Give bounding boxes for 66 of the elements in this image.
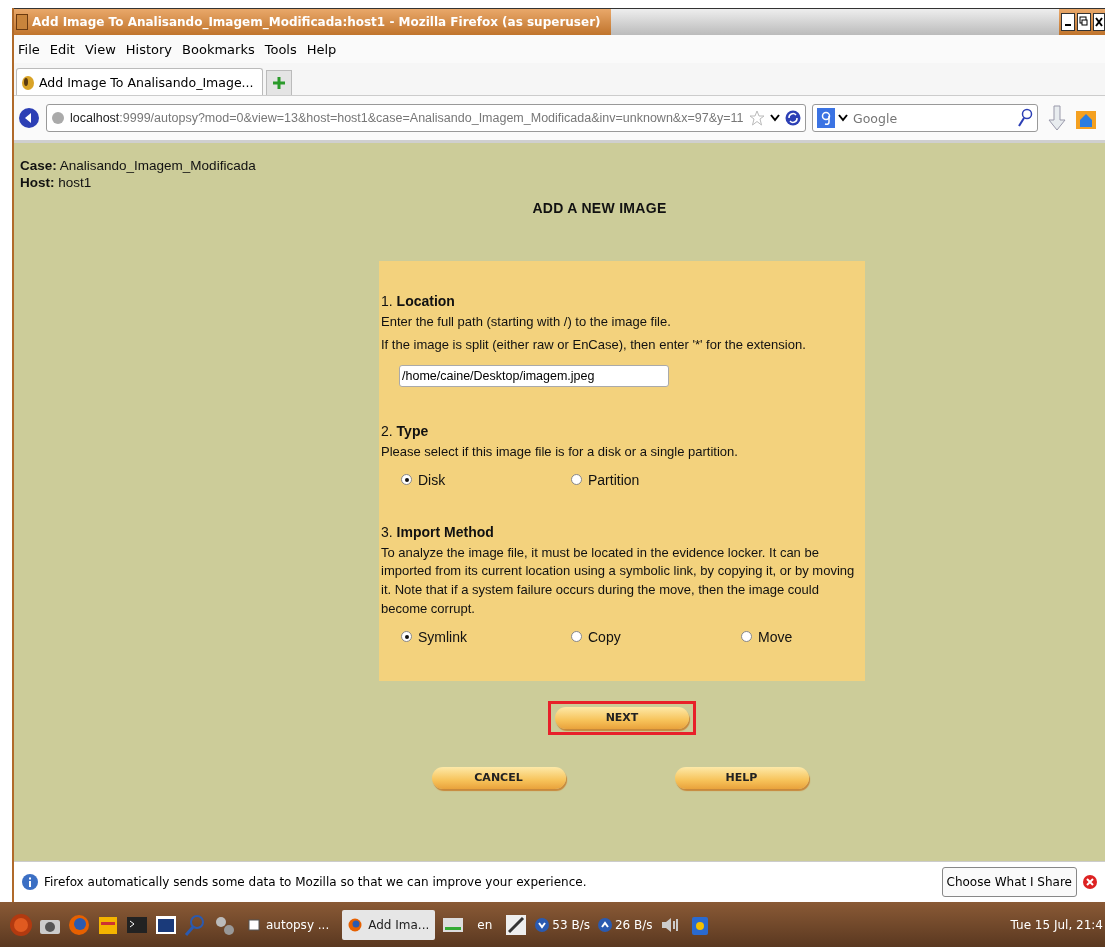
minimize-button[interactable] [1061,13,1075,31]
window-icon [248,918,260,931]
notification-text: Firefox automatically sends some data to Mozilla so that we can improve your experience. [44,875,588,889]
search-input[interactable]: Google [851,109,1014,127]
window-icon[interactable] [155,913,177,936]
globe-icon [51,111,65,125]
tool-icon[interactable] [505,913,528,936]
reload-icon[interactable] [785,110,801,126]
radio-button[interactable] [401,474,412,486]
browser-icon [348,917,363,932]
radio-button[interactable] [401,631,412,643]
choose-share-button[interactable]: Choose What I Share [941,867,1077,897]
next-button[interactable]: NEXT [555,706,689,729]
taskbar-button[interactable]: Add Ima... [342,909,436,940]
radio-label[interactable]: Disk [418,471,446,488]
radio-label[interactable]: Partition [588,471,640,488]
radio-button[interactable] [741,631,752,643]
path-field[interactable]: /home/caine/Desktop/imagem.jpeg [399,364,669,387]
dropdown-icon[interactable] [838,114,848,122]
menu-item[interactable]: History [125,41,173,57]
menu-item[interactable]: View [84,41,116,57]
instruction-text: Please select if this image file is for a disk or a single partition. [381,442,739,461]
menu-item[interactable]: File [18,41,40,57]
close-button[interactable] [1093,13,1105,31]
taskbar-button[interactable]: autopsy ... [242,909,336,940]
dropdown-icon[interactable] [770,114,780,122]
host-line: Host: host1 [20,175,93,190]
menu-item[interactable]: Bookmarks [182,41,255,57]
cancel-button[interactable]: CANCEL [431,766,566,789]
window-icon [16,14,28,30]
address-bar[interactable]: localhost:9999/autopsy?mod=0&view=13&host=host1&case=Analisando_Imagem_Modificada&inv=unknown&x=97&y=11 [46,104,806,132]
restore-button[interactable] [1077,13,1091,31]
close-icon[interactable] [1083,875,1097,889]
language-indicator[interactable]: en [471,917,499,932]
menu-item[interactable]: Tools [264,41,297,57]
help-button[interactable]: HELP [674,766,809,789]
instruction-text: To analyze the image file, it must be located in the evidence locker. It can be imported from its current location using a symbolic link, by copying it, or by moving it. Note that if a system failure occurs during the move, then the image could become corrupt. [381,543,856,619]
new-tab-button[interactable] [265,70,292,95]
star-icon[interactable] [749,110,765,126]
case-line: Case: Analisando_Imagem_Modificada [20,158,257,173]
menu-item[interactable]: Help [306,41,337,57]
url-text: localhost:9999/autopsy?mod=0&view=13&host=host1&case=Analisando_Imagem_Modificada&inv=unknown&x=97&y=11 [70,111,744,125]
browser-tab[interactable]: Add Image To Analisando_Image... [16,68,263,95]
radio-button[interactable] [571,474,582,486]
radio-button[interactable] [571,631,582,643]
search-field[interactable]: Google [812,104,1038,132]
section-title: 2. Type [381,422,430,439]
back-icon[interactable] [18,107,40,129]
search-icon[interactable] [1017,108,1033,128]
radio-label[interactable]: Copy [588,628,621,645]
instruction-text: Enter the full path (starting with /) to the image file. [381,313,672,331]
network-rate: 53 B/s [552,917,590,932]
radio-label[interactable]: Move [758,628,793,645]
instruction-text: If the image is split (either raw or EnCase), then enter '*' for the extension. [381,335,807,354]
radio-label[interactable]: Symlink [418,628,467,645]
search-engine-icon[interactable] [817,108,835,128]
menu-item[interactable]: Edit [49,41,75,57]
browser-icon[interactable] [68,913,90,936]
info-icon [22,874,38,890]
network-rate: 26 B/s [614,917,653,932]
clock[interactable]: Tue 15 Jul, 21:4 [1010,917,1105,932]
plus-icon [271,76,286,90]
window-title: Add Image To Analisando_Imagem_Modificada:host1 - Mozilla Firefox (as superuser) [32,15,602,29]
section-title: 3. Import Method [381,523,495,540]
section-title: 1. Location [381,293,456,309]
page-heading: ADD A NEW IMAGE [532,200,667,216]
